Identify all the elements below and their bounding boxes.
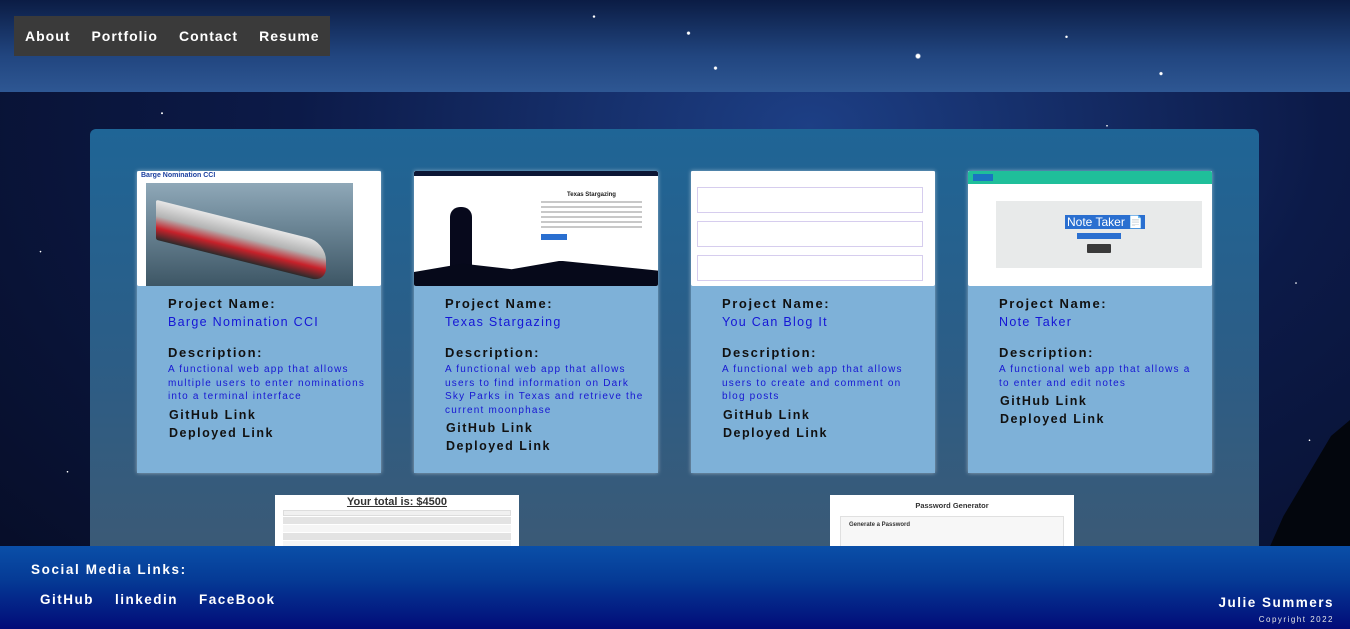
- portfolio-panel: Barge Nomination CCI Project Name: Barge…: [90, 129, 1259, 549]
- project-card: Note Taker 📄 Project Name: Note Taker De…: [968, 171, 1212, 473]
- project-description: A functional web app that allows users t…: [722, 364, 903, 402]
- project-name[interactable]: You Can Blog It: [722, 315, 935, 329]
- project-card: Texas Stargazing Project Name: Texas Sta…: [414, 171, 658, 473]
- project-card: Barge Nomination CCI Project Name: Barge…: [137, 171, 381, 473]
- nav-resume[interactable]: Resume: [259, 28, 319, 44]
- project-name-label: Project Name:: [722, 296, 831, 311]
- thumbnail-title: Your total is: $4500: [346, 496, 448, 508]
- social-links-title: Social Media Links:: [31, 562, 187, 577]
- deployed-link[interactable]: Deployed Link: [446, 439, 658, 453]
- thumbnail-subtitle: Generate a Password: [849, 522, 911, 528]
- footer: Social Media Links: GitHub linkedin Face…: [0, 546, 1350, 629]
- project-thumbnail[interactable]: Texas Stargazing: [414, 171, 658, 286]
- copyright: Copyright 2022: [1258, 615, 1334, 624]
- nav-about[interactable]: About: [25, 28, 70, 44]
- project-description: A functional web app that allows a to en…: [999, 364, 1191, 389]
- deployed-link[interactable]: Deployed Link: [723, 426, 935, 440]
- thumbnail-title: Note Taker 📄: [1065, 215, 1146, 229]
- project-name-label: Project Name:: [999, 296, 1108, 311]
- social-links: GitHub linkedin FaceBook: [40, 592, 297, 607]
- project-description: A functional web app that allows users t…: [445, 364, 644, 416]
- github-link[interactable]: GitHub Link: [446, 421, 658, 435]
- project-name-label: Project Name:: [445, 296, 554, 311]
- project-name[interactable]: Texas Stargazing: [445, 315, 658, 329]
- description-label: Description:: [445, 345, 541, 360]
- deployed-link[interactable]: Deployed Link: [1000, 412, 1212, 426]
- github-link[interactable]: GitHub Link: [169, 408, 381, 422]
- facebook-social-link[interactable]: FaceBook: [199, 592, 276, 607]
- thumbnail-title: Password Generator: [915, 501, 989, 510]
- description-label: Description:: [168, 345, 264, 360]
- linkedin-social-link[interactable]: linkedin: [115, 592, 178, 607]
- thumbnail-title: Texas Stargazing: [567, 192, 616, 198]
- project-name[interactable]: Note Taker: [999, 315, 1212, 329]
- github-link[interactable]: GitHub Link: [1000, 394, 1212, 408]
- nav-contact[interactable]: Contact: [179, 28, 238, 44]
- author-name: Julie Summers: [1218, 595, 1334, 610]
- github-link[interactable]: GitHub Link: [723, 408, 935, 422]
- stargazer-silhouette: [450, 207, 472, 271]
- description-label: Description:: [722, 345, 818, 360]
- project-thumbnail[interactable]: Barge Nomination CCI: [137, 171, 381, 286]
- github-social-link[interactable]: GitHub: [40, 592, 94, 607]
- deployed-link[interactable]: Deployed Link: [169, 426, 381, 440]
- thumbnail-title: Barge Nomination CCI: [141, 172, 216, 179]
- project-name-label: Project Name:: [168, 296, 277, 311]
- project-description: A functional web app that allows multipl…: [168, 364, 366, 402]
- description-label: Description:: [999, 345, 1095, 360]
- project-card: Project Name: You Can Blog It Descriptio…: [691, 171, 935, 473]
- barge-image: [146, 183, 353, 286]
- project-name[interactable]: Barge Nomination CCI: [168, 315, 381, 329]
- project-thumbnail-password[interactable]: Password Generator Generate a Password: [830, 495, 1074, 549]
- project-thumbnail-budget[interactable]: Your total is: $4500: [275, 495, 519, 549]
- project-thumbnail[interactable]: [691, 171, 935, 286]
- nav-portfolio[interactable]: Portfolio: [91, 28, 158, 44]
- project-thumbnail[interactable]: Note Taker 📄: [968, 171, 1212, 286]
- main-nav: About Portfolio Contact Resume: [14, 16, 330, 56]
